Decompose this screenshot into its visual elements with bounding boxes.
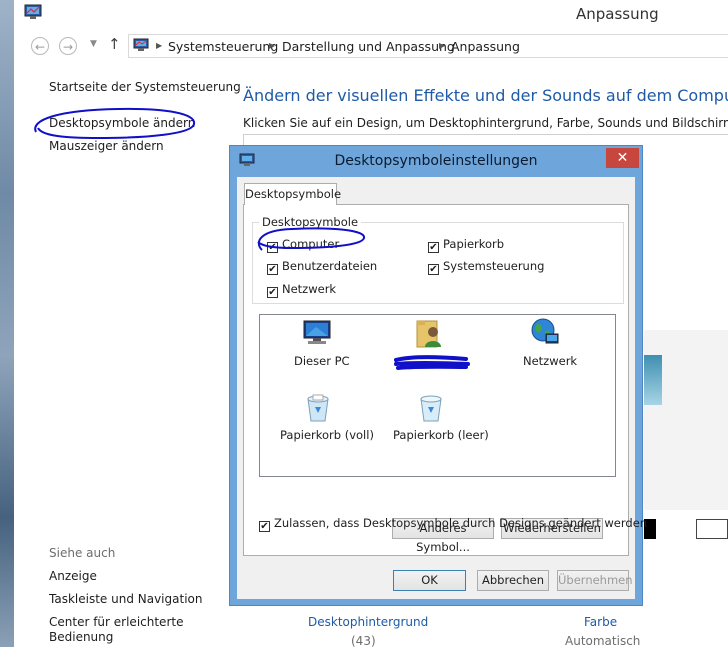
checkbox-control-panel[interactable]: ✔ Systemsteuerung bbox=[428, 259, 544, 275]
icon-preview-list[interactable]: Dieser PC Netzwerk Papierkorb (voll) Pap… bbox=[259, 314, 616, 477]
checkbox-allow-themes[interactable]: ✔ Zulassen, dass Desktopsymbole durch Des… bbox=[259, 516, 647, 532]
cancel-button[interactable]: Abbrechen bbox=[477, 570, 549, 591]
color-link[interactable]: Farbe bbox=[584, 615, 617, 629]
breadcrumb-separator-icon: ▶ bbox=[269, 41, 276, 50]
checkbox-control-panel-label: Systemsteuerung bbox=[443, 259, 545, 273]
nav-mouse-pointer-link[interactable]: Mauszeiger ändern bbox=[49, 139, 164, 153]
arrow-right-icon: → bbox=[62, 40, 74, 54]
address-box[interactable]: ▶ Systemsteuerung ▶ Darstellung und Anpa… bbox=[128, 34, 728, 58]
desktop-background-strip bbox=[0, 0, 14, 647]
group-label: Desktopsymbole bbox=[259, 215, 362, 229]
breadcrumb-systemsteuerung[interactable]: Systemsteuerung bbox=[168, 39, 278, 54]
ok-button-label: OK bbox=[421, 573, 438, 587]
desktop-icon-settings-dialog: Desktopsymboleinstellungen ✕ Desktopsymb… bbox=[229, 145, 647, 606]
title-bar: Anpassung bbox=[14, 0, 728, 30]
dialog-title-bar[interactable]: Desktopsymboleinstellungen ✕ bbox=[230, 146, 642, 176]
checkbox-user-files-label: Benutzerdateien bbox=[282, 259, 378, 273]
desktop-background-count: (43) bbox=[351, 634, 376, 648]
see-also-ease-of-access-link[interactable]: Center für erleichterte bbox=[49, 615, 183, 629]
nav-desktop-icons-link[interactable]: Desktopsymbole ändern bbox=[49, 116, 195, 130]
icon-label-bin-empty: Papierkorb (leer) bbox=[393, 428, 489, 442]
forward-button[interactable]: → bbox=[59, 37, 77, 55]
tab-desktop-icons[interactable]: Desktopsymbole bbox=[244, 183, 341, 205]
dialog-close-button[interactable]: ✕ bbox=[606, 148, 639, 168]
apply-button-label: Übernehmen bbox=[558, 573, 633, 587]
theme-thumbnail[interactable] bbox=[644, 355, 662, 405]
breadcrumb-separator-icon: ▶ bbox=[439, 41, 446, 50]
checkmark-icon: ✔ bbox=[428, 242, 439, 253]
up-arrow-icon[interactable]: ↑ bbox=[108, 35, 121, 53]
nav-home-link[interactable]: Startseite der Systemsteuerung bbox=[49, 80, 241, 94]
see-also-display-link[interactable]: Anzeige bbox=[49, 569, 97, 583]
checkmark-icon: ✔ bbox=[267, 242, 278, 253]
desktop-background-link[interactable]: Desktophintergrund bbox=[308, 615, 428, 629]
network-globe-icon[interactable] bbox=[528, 317, 560, 347]
back-button[interactable]: ← bbox=[31, 37, 49, 55]
computer-icon[interactable] bbox=[301, 319, 333, 347]
checkmark-icon: ✔ bbox=[267, 264, 278, 275]
chevron-down-icon[interactable]: ▼ bbox=[90, 39, 97, 49]
breadcrumb-separator-icon: ▶ bbox=[156, 41, 163, 50]
cancel-button-label: Abbrechen bbox=[482, 573, 544, 587]
control-panel-icon bbox=[133, 38, 149, 51]
checkmark-icon: ✔ bbox=[267, 287, 278, 298]
color-value: Automatisch bbox=[565, 634, 641, 648]
ok-button[interactable]: OK bbox=[393, 570, 466, 591]
checkmark-icon: ✔ bbox=[259, 521, 270, 532]
page-title: Ändern der visuellen Effekte und der Sou… bbox=[243, 86, 728, 105]
window-title: Anpassung bbox=[576, 5, 659, 23]
recycle-bin-empty-icon[interactable] bbox=[418, 393, 444, 423]
icon-label-network: Netzwerk bbox=[523, 354, 578, 368]
checkbox-computer-label: Computer bbox=[282, 237, 340, 251]
checkbox-user-files[interactable]: ✔ Benutzerdateien bbox=[267, 259, 377, 275]
checkbox-allow-themes-label: Zulassen, dass Desktopsymbole durch Desi… bbox=[274, 516, 648, 530]
page-description: Klicken Sie auf ein Design, um Desktophi… bbox=[243, 116, 728, 130]
address-bar-row: ← → ▼ ↑ ▶ Systemsteuerung ▶ Darstellung … bbox=[14, 32, 728, 60]
control-panel-icon bbox=[24, 4, 42, 19]
icon-label-bin-full: Papierkorb (voll) bbox=[280, 428, 374, 442]
see-also-heading: Siehe auch bbox=[49, 546, 116, 560]
checkbox-recycle-bin[interactable]: ✔ Papierkorb bbox=[428, 237, 504, 253]
close-icon: ✕ bbox=[616, 150, 629, 166]
tab-panel: Desktopsymbole ✔ Computer ✔ Papierkorb ✔ Be… bbox=[243, 204, 629, 556]
dialog-title: Desktopsymboleinstellungen bbox=[334, 153, 538, 169]
tab-label: Desktopsymbole bbox=[245, 187, 342, 201]
see-also-ease-of-access-link-line2[interactable]: Bedienung bbox=[49, 630, 113, 644]
icon-label-this-pc: Dieser PC bbox=[294, 354, 350, 368]
recycle-bin-full-icon[interactable] bbox=[305, 393, 331, 423]
checkmark-icon: ✔ bbox=[428, 264, 439, 275]
user-folder-icon[interactable] bbox=[414, 317, 444, 349]
checkbox-computer[interactable]: ✔ Computer bbox=[267, 237, 339, 253]
color-swatch-white[interactable] bbox=[696, 519, 728, 539]
arrow-left-icon: ← bbox=[34, 40, 46, 54]
dialog-client-area: Desktopsymbole Desktopsymbole ✔ Computer … bbox=[237, 177, 647, 599]
breadcrumb-anpassung[interactable]: Anpassung bbox=[451, 39, 520, 54]
see-also-taskbar-link[interactable]: Taskleiste und Navigation bbox=[49, 592, 202, 606]
apply-button[interactable]: Übernehmen bbox=[557, 570, 633, 591]
breadcrumb-darstellung[interactable]: Darstellung und Anpassung bbox=[282, 39, 455, 54]
checkbox-recycle-bin-label: Papierkorb bbox=[443, 237, 505, 251]
checkbox-network[interactable]: ✔ Netzwerk bbox=[267, 282, 336, 298]
checkbox-network-label: Netzwerk bbox=[282, 282, 337, 296]
